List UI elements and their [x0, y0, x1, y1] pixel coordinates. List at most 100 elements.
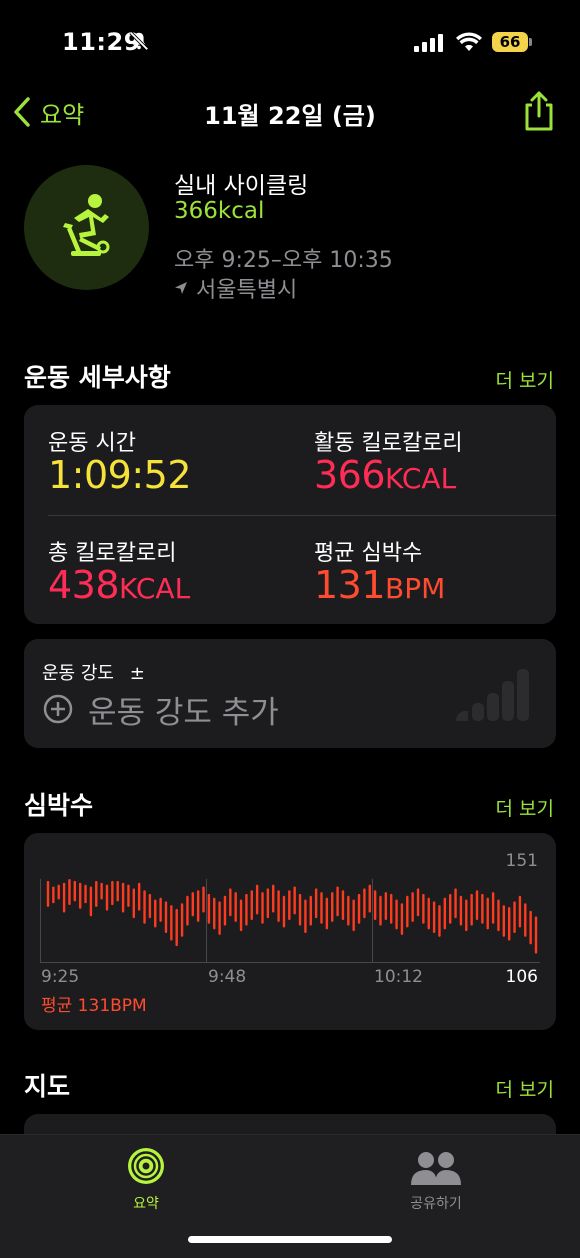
page-title: 11월 22일 (금)	[204, 102, 376, 130]
plus-circle-icon	[43, 694, 73, 724]
location-arrow-icon	[175, 282, 187, 294]
hr-bar	[379, 895, 382, 926]
hr-bar	[309, 895, 312, 926]
hr-bar	[202, 886, 205, 913]
hr-bar	[470, 893, 473, 926]
hr-bar	[73, 880, 77, 902]
hr-bar	[475, 890, 479, 921]
metric-avg-hr: 131BPM	[314, 563, 445, 607]
metric-value-duration: 1:09:52	[48, 453, 192, 497]
hr-bar	[357, 893, 361, 924]
heart-rate-more-link[interactable]: 더 보기	[496, 794, 554, 821]
hr-bar	[255, 884, 259, 915]
effort-card[interactable]: 운동 강도 ± 운동 강도 추가	[24, 639, 556, 748]
hr-bar	[293, 886, 296, 915]
hr-bar	[180, 903, 184, 937]
metric-value-active-kcal: 366	[314, 453, 386, 497]
hr-bar	[491, 892, 495, 924]
hr-bar	[347, 895, 350, 926]
hr-bar	[164, 901, 168, 934]
hr-bar	[57, 884, 60, 900]
hr-bar	[438, 905, 441, 937]
hr-bar	[432, 901, 436, 934]
home-indicator	[188, 1236, 392, 1243]
people-icon	[411, 1152, 461, 1185]
hr-bar	[336, 886, 339, 917]
hr-bar	[529, 910, 532, 945]
hr-bar	[513, 901, 516, 934]
hr-bar	[465, 899, 468, 932]
metric-unit-total-kcal: KCAL	[119, 572, 191, 605]
hr-bar	[213, 897, 216, 930]
hr-bar	[116, 880, 119, 902]
hr-bar	[331, 892, 334, 922]
indoor-cycling-icon	[63, 194, 110, 256]
workout-location: 서울특별시	[174, 272, 297, 304]
tab-sharing[interactable]: 공유하기	[396, 1143, 476, 1213]
metric-value-avg-hr: 131	[314, 563, 386, 607]
hr-bar	[373, 890, 377, 921]
hr-bar	[100, 882, 103, 900]
activity-rings-icon	[128, 1148, 164, 1184]
heart-rate-chart	[40, 879, 540, 963]
hr-bar	[261, 892, 264, 924]
hr-bar	[154, 899, 157, 928]
hr-bar	[481, 893, 484, 924]
metric-value-total-kcal: 438	[48, 563, 120, 607]
battery-level: 66	[499, 33, 521, 51]
heart-rate-card[interactable]: 151 9:25 9:48 10:12 106 평균 131BPM	[24, 833, 556, 1030]
hr-bar	[239, 899, 243, 932]
hr-bar	[250, 890, 253, 921]
tab-summary[interactable]: 요약	[110, 1143, 182, 1213]
hr-bar	[288, 890, 291, 921]
details-more-link[interactable]: 더 보기	[496, 366, 554, 393]
hr-bar	[304, 899, 307, 934]
hr-bar	[341, 890, 345, 921]
hr-bar	[52, 886, 55, 904]
hr-bar	[186, 895, 189, 926]
details-title: 운동 세부사항	[24, 363, 171, 392]
heart-rate-title: 심박수	[24, 791, 94, 820]
hr-bar	[148, 893, 152, 919]
hr-bar	[95, 880, 98, 907]
tab-summary-label: 요약	[133, 1196, 159, 1212]
effort-bars-icon	[456, 669, 529, 721]
hr-bar	[363, 888, 366, 919]
hr-bar	[223, 895, 227, 926]
effort-label-text: 운동 강도	[42, 663, 114, 684]
hr-bar	[524, 903, 527, 937]
hr-bar	[395, 899, 398, 930]
map-more-link[interactable]: 더 보기	[496, 1075, 554, 1102]
bell-slash-icon	[129, 31, 149, 51]
hr-bar	[406, 895, 409, 928]
effort-plusminus: ±	[129, 663, 145, 684]
hr-bar	[68, 879, 71, 906]
hr-bar	[127, 884, 130, 907]
wifi-icon	[456, 32, 482, 51]
hr-bar	[175, 908, 178, 947]
share-icon[interactable]	[522, 90, 556, 132]
hr-bar	[518, 895, 522, 928]
metric-unit-avg-hr: BPM	[385, 572, 446, 605]
workout-details-card[interactable]: 운동 시간 1:09:52 활동 킬로칼로리 366KCAL 총 킬로칼로리 4…	[24, 405, 556, 624]
hr-bar	[266, 888, 270, 919]
hr-min-label: 106	[505, 967, 538, 987]
hr-bar	[534, 916, 538, 954]
hr-x-label-2: 10:12	[374, 967, 423, 987]
location-label: 서울특별시	[196, 278, 298, 303]
hr-bar	[111, 880, 114, 906]
hr-bar	[454, 888, 457, 919]
hr-bar	[298, 893, 302, 926]
hr-bar	[277, 890, 280, 922]
hr-bar	[314, 888, 318, 919]
hr-bar	[218, 901, 221, 935]
hr-bar	[400, 903, 404, 935]
hr-x-label-1: 9:48	[208, 967, 247, 987]
hr-bar	[497, 899, 500, 932]
hr-bar	[132, 888, 135, 919]
hr-bar	[84, 884, 87, 904]
workout-name: 실내 사이클링	[174, 173, 309, 199]
hr-bar	[89, 886, 93, 917]
hr-bar	[159, 897, 162, 922]
hr-bar	[170, 905, 173, 941]
